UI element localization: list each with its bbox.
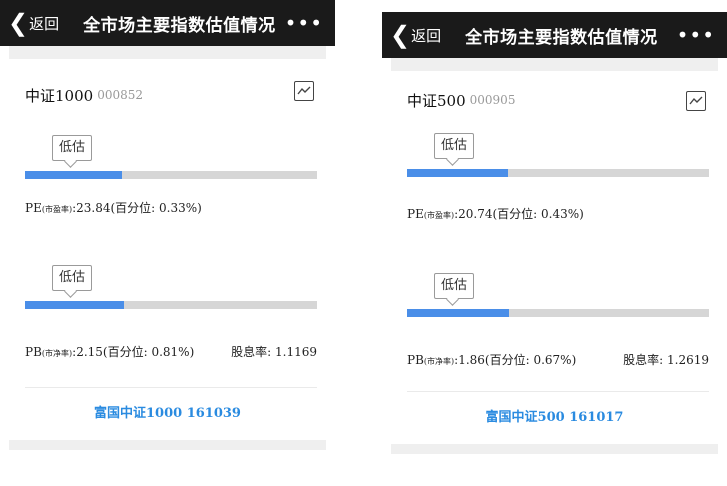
percentile-track xyxy=(25,301,317,309)
valuation-tag: 低估 xyxy=(434,133,474,159)
index-name: 中证1000 xyxy=(25,86,94,105)
phone-screen-right: ❮ 返回 全市场主要指数估值情况 ••• 中证500 000905 低估 PE(… xyxy=(382,0,727,486)
percentile-fill xyxy=(25,171,123,179)
pb-valuation-bar: 低估 xyxy=(9,261,326,323)
valuation-tag: 低估 xyxy=(52,265,92,291)
fund-link[interactable]: 富国中证1000 161039 xyxy=(9,388,326,440)
pb-sub: (市净率) xyxy=(41,349,73,358)
index-card: 中证1000 000852 低估 PE(市盈率):23.84(百分位: 0.33… xyxy=(9,59,326,440)
percentile-fill xyxy=(407,309,509,317)
percentile-track xyxy=(407,169,709,177)
section-gap xyxy=(391,444,718,454)
pb-value: :2.15(百分位: 0.81%) xyxy=(72,345,195,359)
pe-metric: PE(市盈率):23.84(百分位: 0.33%) xyxy=(9,193,326,223)
chevron-left-icon: ❮ xyxy=(390,21,411,49)
percentile-track xyxy=(25,171,317,179)
pe-prefix: PE xyxy=(407,207,424,221)
index-name: 中证500 xyxy=(407,91,466,110)
index-card: 中证500 000905 低估 PE(市盈率):20.74(百分位: 0.43%… xyxy=(391,71,718,444)
dividend-yield: 股息率: 1.2619 xyxy=(623,353,709,367)
percentile-fill xyxy=(407,169,508,177)
back-button[interactable]: ❮ 返回 xyxy=(390,23,441,47)
back-label: 返回 xyxy=(29,14,60,33)
pe-valuation-bar: 低估 xyxy=(391,129,718,191)
fund-link[interactable]: 富国中证500 161017 xyxy=(391,392,718,444)
page-title: 全市场主要指数估值情况 xyxy=(83,15,276,36)
pb-prefix: PB xyxy=(25,345,42,359)
percentile-fill xyxy=(25,301,124,309)
line-chart-icon[interactable] xyxy=(294,81,314,101)
pe-sub: (市盈率) xyxy=(423,211,455,220)
more-dots-icon[interactable]: ••• xyxy=(677,23,715,47)
pe-value: :23.84(百分位: 0.33%) xyxy=(72,201,202,215)
chevron-left-icon: ❮ xyxy=(8,9,29,37)
percentile-track xyxy=(407,309,709,317)
pb-metric: PB(市净率):2.15(百分位: 0.81%) 股息率: 1.1169 xyxy=(9,337,326,367)
pe-prefix: PE xyxy=(25,201,42,215)
pb-metric: PB(市净率):1.86(百分位: 0.67%) 股息率: 1.2619 xyxy=(391,345,718,375)
back-label: 返回 xyxy=(411,26,442,45)
more-dots-icon[interactable]: ••• xyxy=(285,11,323,35)
valuation-tag: 低估 xyxy=(52,135,92,161)
index-header: 中证500 000905 xyxy=(391,71,718,129)
dividend-yield: 股息率: 1.1169 xyxy=(231,345,317,359)
pb-sub: (市净率) xyxy=(423,357,455,366)
index-code: 000852 xyxy=(97,88,143,102)
page-title: 全市场主要指数估值情况 xyxy=(465,27,658,48)
pe-metric: PE(市盈率):20.74(百分位: 0.43%) xyxy=(391,199,718,229)
navbar: ❮ 返回 全市场主要指数估值情况 ••• xyxy=(382,12,727,58)
pe-value: :20.74(百分位: 0.43%) xyxy=(454,207,584,221)
pb-prefix: PB xyxy=(407,353,424,367)
valuation-tag: 低估 xyxy=(434,273,474,299)
section-gap xyxy=(9,440,326,450)
navbar: ❮ 返回 全市场主要指数估值情况 ••• xyxy=(0,0,335,46)
section-gap xyxy=(9,46,326,59)
pb-value: :1.86(百分位: 0.67%) xyxy=(454,353,577,367)
index-code: 000905 xyxy=(469,93,516,107)
pe-sub: (市盈率) xyxy=(41,205,73,214)
back-button[interactable]: ❮ 返回 xyxy=(8,11,59,35)
phone-screen-left: ❮ 返回 全市场主要指数估值情况 ••• 中证1000 000852 低估 PE… xyxy=(0,0,335,486)
line-chart-icon[interactable] xyxy=(686,91,706,111)
pe-valuation-bar: 低估 xyxy=(9,131,326,193)
index-header: 中证1000 000852 xyxy=(9,59,326,131)
pb-valuation-bar: 低估 xyxy=(391,269,718,331)
section-gap xyxy=(391,58,718,71)
